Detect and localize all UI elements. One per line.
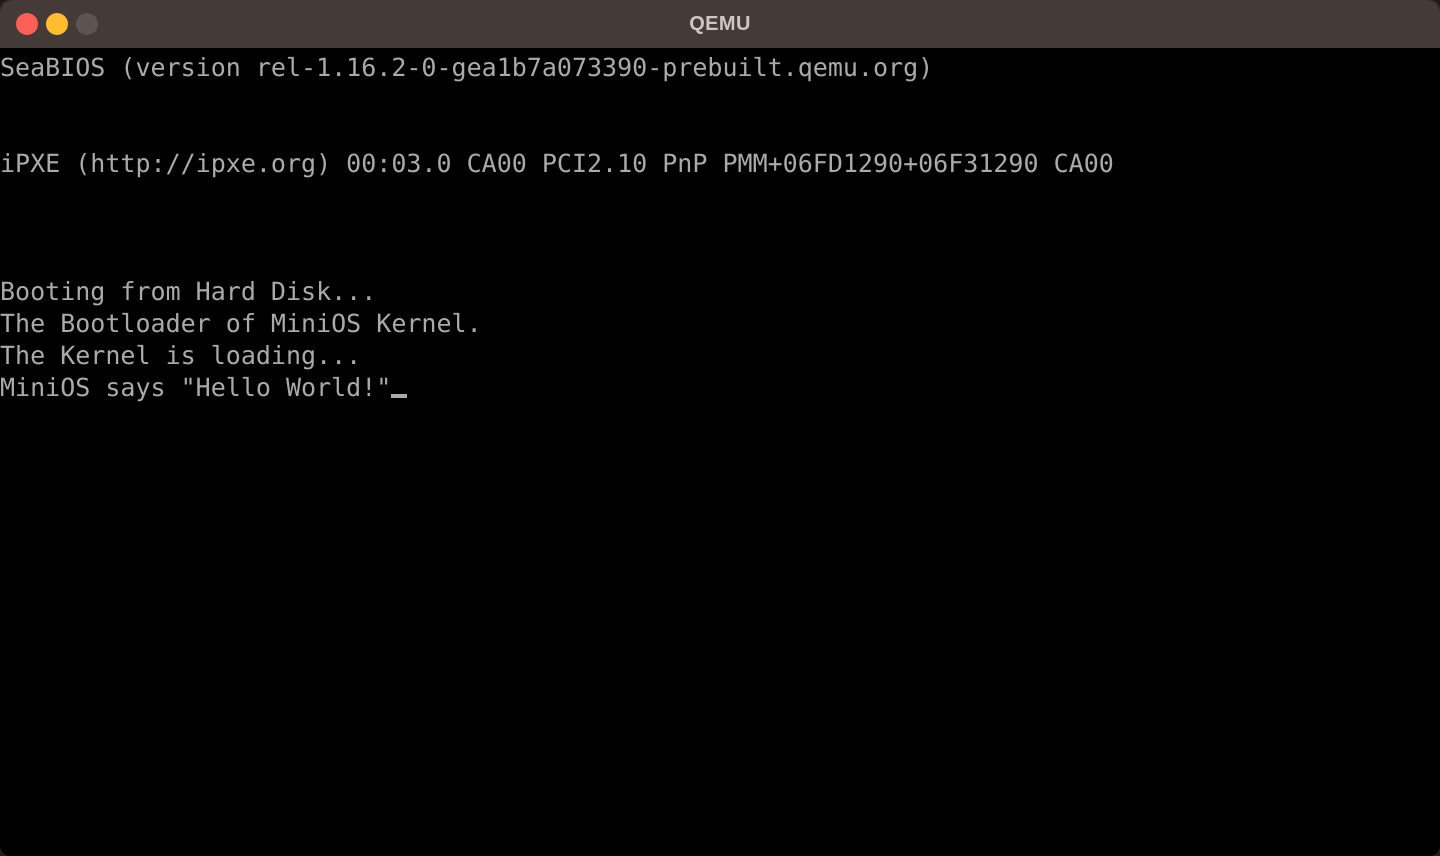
minimize-button-icon[interactable]: [46, 13, 68, 35]
close-button-icon[interactable]: [16, 13, 38, 35]
console-line: The Bootloader of MiniOS Kernel.: [0, 309, 482, 338]
window-title: QEMU: [689, 13, 751, 35]
console-line: SeaBIOS (version rel-1.16.2-0-gea1b7a073…: [0, 53, 934, 82]
console-line-with-cursor: MiniOS says "Hello World!": [0, 372, 1430, 404]
qemu-window: QEMU SeaBIOS (version rel-1.16.2-0-gea1b…: [0, 0, 1440, 856]
console-line: Booting from Hard Disk...: [0, 277, 377, 306]
console-line: The Kernel is loading...: [0, 341, 362, 370]
desktop-background: QEMU SeaBIOS (version rel-1.16.2-0-gea1b…: [0, 0, 1440, 856]
vga-console[interactable]: SeaBIOS (version rel-1.16.2-0-gea1b7a073…: [0, 48, 1430, 856]
console-text-area: SeaBIOS (version rel-1.16.2-0-gea1b7a073…: [0, 52, 1430, 404]
console-line-text: MiniOS says "Hello World!": [0, 373, 392, 402]
window-controls: [16, 0, 98, 48]
zoom-button-icon[interactable]: [76, 13, 98, 35]
text-cursor: [391, 394, 408, 398]
window-titlebar[interactable]: QEMU: [0, 0, 1440, 48]
console-line: iPXE (http://ipxe.org) 00:03.0 CA00 PCI2…: [0, 149, 1114, 178]
